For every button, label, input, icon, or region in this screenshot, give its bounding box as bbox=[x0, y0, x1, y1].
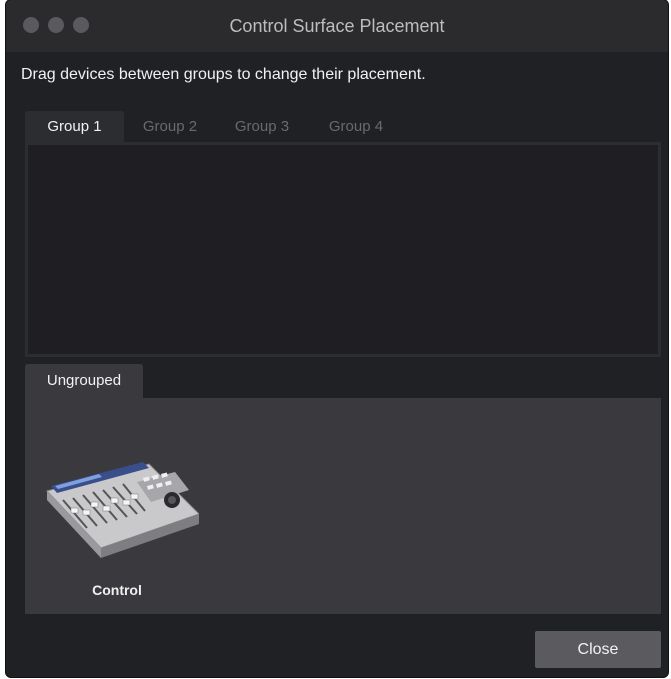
group-drop-area[interactable] bbox=[25, 142, 661, 357]
group-drop-area-inner bbox=[28, 145, 658, 354]
tab-group-3[interactable]: Group 3 bbox=[219, 111, 305, 142]
control-surface-placement-window: Control Surface Placement Drag devices b… bbox=[6, 0, 668, 677]
instructions-text: Drag devices between groups to change th… bbox=[21, 66, 426, 83]
title-bar[interactable]: Control Surface Placement bbox=[6, 0, 668, 52]
tab-ungrouped[interactable]: Ungrouped bbox=[25, 364, 143, 398]
close-button[interactable]: Close bbox=[535, 631, 661, 668]
device-item[interactable]: Control bbox=[39, 436, 199, 606]
ungrouped-area[interactable]: Control bbox=[25, 398, 661, 614]
tab-group-2[interactable]: Group 2 bbox=[127, 111, 213, 142]
tab-group-1[interactable]: Group 1 bbox=[25, 111, 124, 142]
tab-group-4[interactable]: Group 4 bbox=[313, 111, 399, 142]
control-surface-device-icon bbox=[46, 462, 199, 558]
device-label: Control bbox=[92, 582, 142, 598]
window-title: Control Surface Placement bbox=[229, 16, 445, 36]
